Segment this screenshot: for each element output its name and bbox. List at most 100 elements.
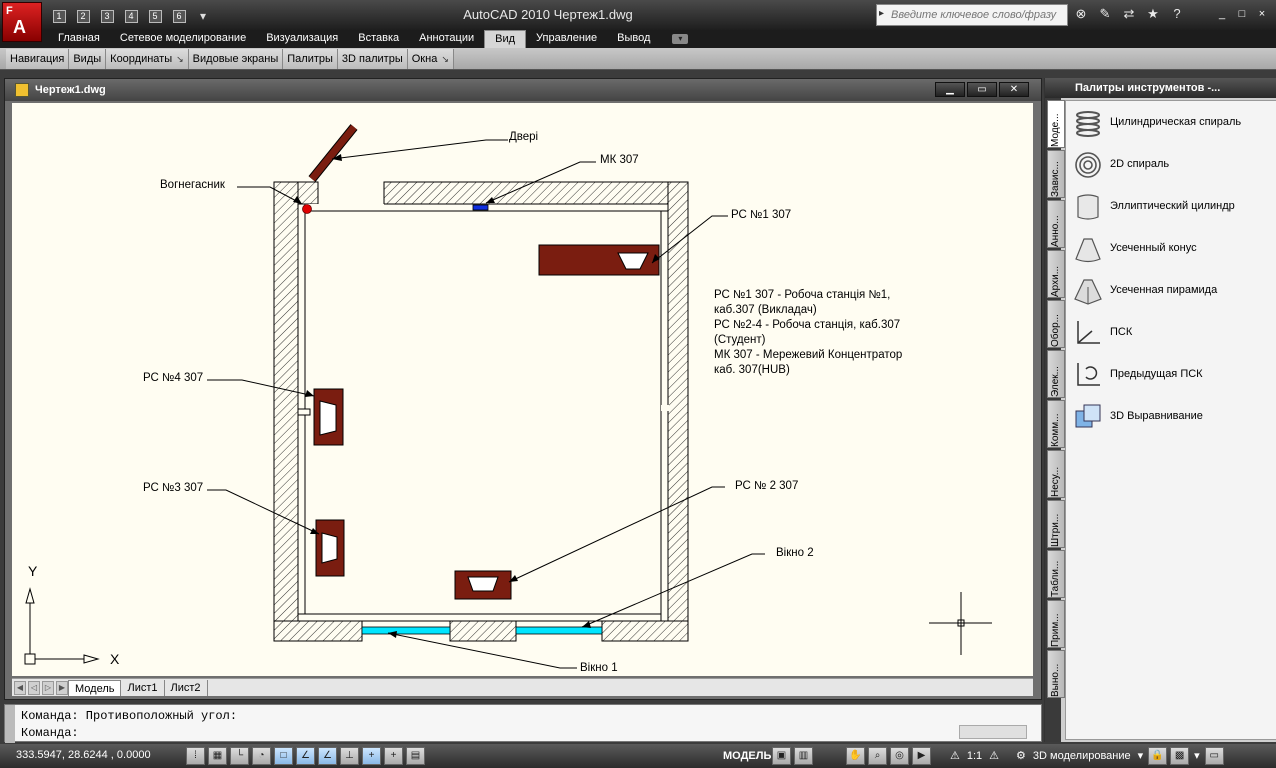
search-input[interactable] [891,7,1065,23]
dwg-file-icon [15,83,29,97]
drawing-canvas[interactable]: Двері Вогнегасник МК 307 РС №1 307 РС №4… [12,103,1033,676]
palette-item-ucs[interactable]: ПСК [1070,315,1274,351]
panel-viewports[interactable]: Видовые экраны [188,49,284,69]
panel-windows[interactable]: Окна ↘ [407,49,454,69]
tab-layout2[interactable]: Лист2 [165,680,208,696]
palette-item-2d-spiral[interactable]: 2D спираль [1070,147,1274,183]
pan-icon[interactable]: ✋ [846,747,865,765]
command-prompt[interactable]: Команда: [21,726,79,740]
palette-tab-equipment[interactable]: Обор... [1047,300,1065,348]
zoom-icon[interactable]: ⌕ [868,747,887,765]
search-expand-icon[interactable]: ▸ [879,8,884,19]
workspace-dropdown-icon[interactable]: ▾ [1136,747,1146,765]
showmotion-icon[interactable]: ▶ [912,747,931,765]
coordinate-readout[interactable]: 333.5947, 28.6244 , 0.0000 [16,749,151,761]
palette-tab-tables[interactable]: Табли... [1047,550,1065,598]
tab-layout1[interactable]: Лист1 [121,680,165,696]
palette-tab-constraints[interactable]: Завис... [1047,150,1065,198]
palette-tab-leaders[interactable]: Выно... [1047,650,1065,698]
otrack-icon[interactable]: ∠ [318,747,337,765]
palette-tab-commands[interactable]: Комм... [1047,400,1065,448]
app-menu-letter: F [6,5,13,17]
palette-item-helix[interactable]: Цилиндрическая спираль [1070,105,1274,141]
drawing-maximize-button[interactable]: ▭ [967,82,997,97]
steering-wheel-icon[interactable]: ◎ [890,747,909,765]
annotation-scale[interactable]: 1:1 [965,747,984,765]
palette-tab-samples[interactable]: Прим... [1047,600,1065,648]
panel-navigation[interactable]: Навигация [6,49,70,69]
maximize-button[interactable]: □ [1234,6,1250,22]
palette-tab-hatches[interactable]: Штри... [1047,500,1065,548]
panel-coordinates[interactable]: Координаты ↘ [106,49,189,69]
drawing-close-button[interactable]: ✕ [999,82,1029,97]
lock-icon[interactable]: 🔒 [1148,747,1168,765]
infocenter-search[interactable]: ▸ [876,4,1068,26]
palette-tab-electrical[interactable]: Элек... [1047,350,1065,398]
infocenter-icons: ⊗ ✎ ⇄ ★ ? [1072,5,1186,23]
star-icon[interactable]: ★ [1144,5,1162,23]
drawing-minimize-button[interactable]: ▁ [935,82,965,97]
command-window-grip[interactable] [5,705,15,743]
wrench-icon[interactable]: ✎ [1096,5,1114,23]
help-icon[interactable]: ? [1168,5,1186,23]
dyn-icon[interactable]: + [362,747,381,765]
lineweight-icon[interactable]: + [384,747,403,765]
application-menu-button[interactable]: F A [2,2,42,42]
grid-icon[interactable]: ▦ [208,747,227,765]
tab-manage[interactable]: Управление [526,30,607,48]
ortho-icon[interactable]: └ [230,747,249,765]
tab-insert[interactable]: Вставка [348,30,409,48]
palette-tab-architectural[interactable]: Архи... [1047,250,1065,298]
clean-screen-icon[interactable]: ▭ [1204,747,1224,765]
drawing-window-controls: ▁ ▭ ✕ [935,82,1029,97]
panel-views[interactable]: Виды [69,49,107,69]
legend-line: каб. 307(HUB) [714,364,790,376]
panel-palettes[interactable]: Палитры [283,49,338,69]
prev-layout-icon[interactable]: ◁ [28,681,40,695]
next-layout-icon[interactable]: ▷ [42,681,54,695]
palette-tab-structural[interactable]: Несу... [1047,450,1065,498]
hardware-acceleration-icon[interactable]: ▩ [1170,747,1190,765]
command-window[interactable]: Команда: Противоположный угол: Команда: [4,704,1042,743]
status-menu-icon[interactable]: ▾ [1192,747,1202,765]
first-layout-icon[interactable]: ◀ [14,681,26,695]
annotation-visibility-icon[interactable]: ⚠ [987,747,1001,765]
annotation-scale-icon[interactable]: ⚠ [948,747,962,765]
tab-view[interactable]: Вид [484,30,527,48]
palette-item-ucs-previous[interactable]: Предыдущая ПСК [1070,357,1274,393]
panel-3d-palettes[interactable]: 3D палитры [337,49,408,69]
palette-tab-annotation[interactable]: Анно... [1047,200,1065,248]
quick-view-layouts-icon[interactable]: ▣ [772,747,791,765]
tab-home[interactable]: Главная [48,30,110,48]
workspace-switch[interactable]: 3D моделирование [1031,747,1133,765]
palette-item-truncated-pyramid[interactable]: Усеченная пирамида [1070,273,1274,309]
osnap-icon[interactable]: □ [274,747,293,765]
tab-model[interactable]: Модель [68,680,122,696]
palette-tab-modeling[interactable]: Моде... [1047,100,1065,148]
snap-icon[interactable]: ⁞ [186,747,205,765]
tab-mesh-modeling[interactable]: Сетевое моделирование [110,30,256,48]
palette-item-truncated-cone[interactable]: Усеченный конус [1070,231,1274,267]
3d-osnap-icon[interactable]: ∠ [296,747,315,765]
panel-expand-icon[interactable]: ↘ [441,54,449,64]
command-scrollbar[interactable] [959,725,1027,739]
last-layout-icon[interactable]: ▶ [56,681,68,695]
palette-item-3d-align[interactable]: 3D Выравнивание [1070,399,1274,435]
quick-properties-icon[interactable]: ▤ [406,747,425,765]
polar-icon[interactable]: ◔ [252,747,271,765]
palette-item-elliptic-cylinder[interactable]: Эллиптический цилиндр [1070,189,1274,225]
workspace-gear-icon[interactable]: ⚙ [1014,747,1028,765]
panel-expand-icon[interactable]: ↘ [176,54,184,64]
binoculars-icon[interactable]: ⊗ [1072,5,1090,23]
ucs-axis-icon [24,587,100,665]
close-button[interactable]: × [1254,6,1270,22]
quick-view-drawings-icon[interactable]: ▥ [794,747,813,765]
tab-output[interactable]: Вывод [607,30,660,48]
ducs-icon[interactable]: ⊥ [340,747,359,765]
ribbon-minimize-icon[interactable]: ▾ [672,34,689,44]
model-space-button[interactable]: МОДЕЛЬ [720,747,774,765]
tab-render[interactable]: Визуализация [256,30,348,48]
exchange-icon[interactable]: ⇄ [1120,5,1138,23]
tab-annotate[interactable]: Аннотации [409,30,484,48]
minimize-button[interactable]: _ [1214,6,1230,22]
